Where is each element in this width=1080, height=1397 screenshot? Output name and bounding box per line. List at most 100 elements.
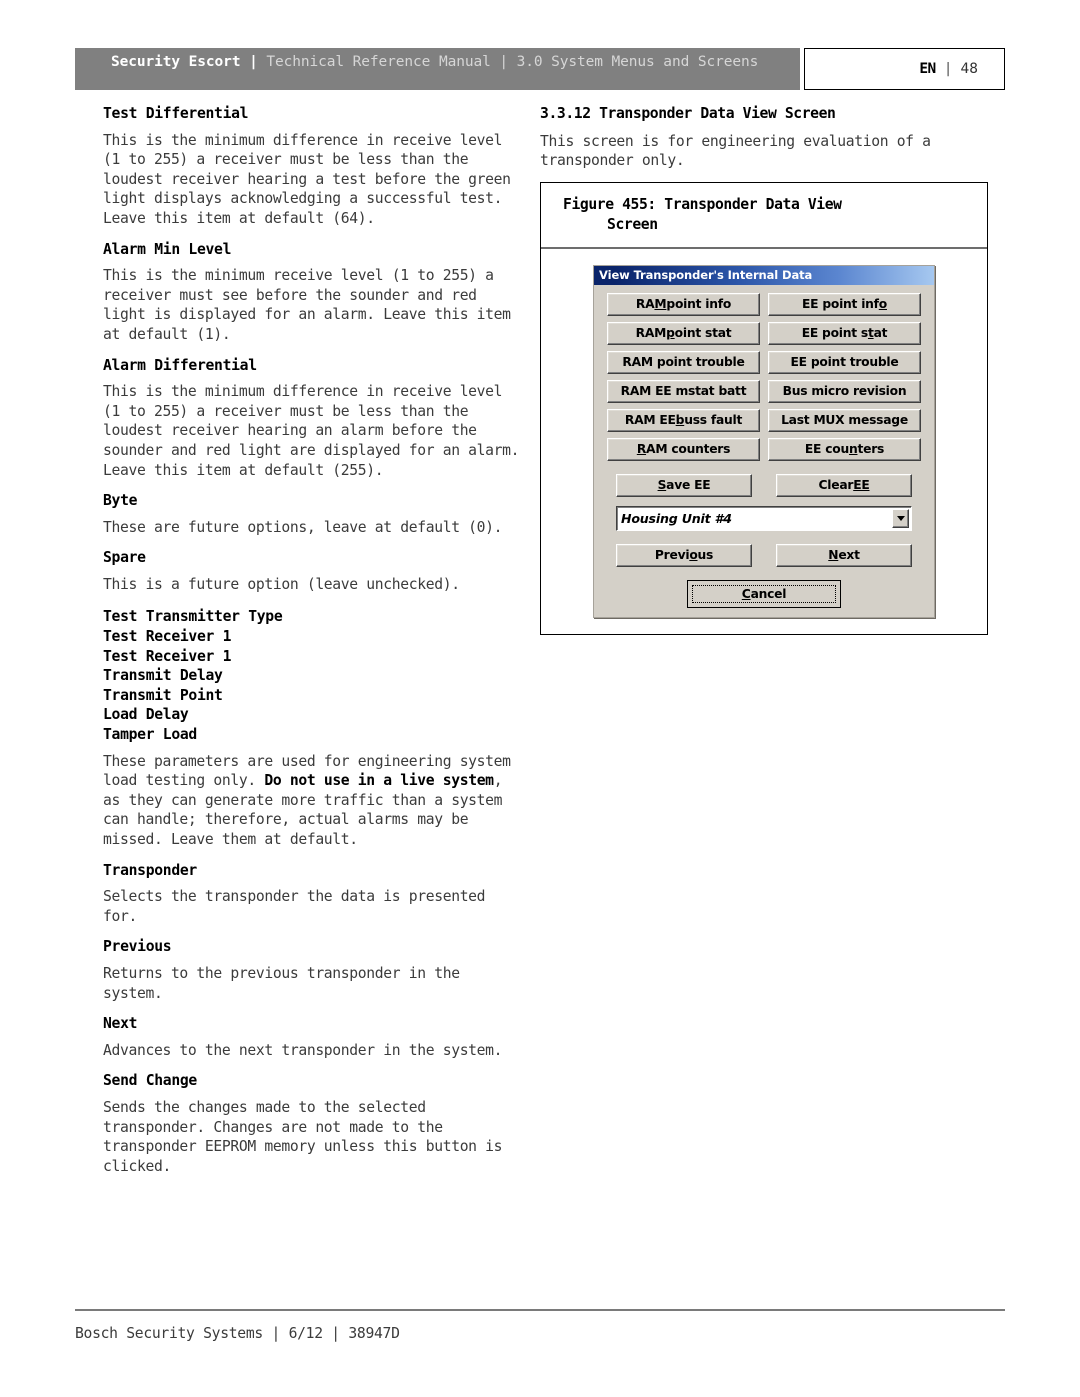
heading-alarm-differential: Alarm Differential bbox=[103, 356, 257, 374]
dialog-button-grid: RA M point info EE point inf o RAM p oint s… bbox=[594, 285, 934, 461]
paragraph-load-testing-warning: These parameters are used for engineerin… bbox=[103, 752, 521, 850]
header-subtitle: Technical Reference Manual | 3.0 System … bbox=[266, 54, 759, 70]
heading-test-receiver-1a: Test Receiver 1 bbox=[103, 628, 232, 646]
btn-label-pre: EE point s bbox=[801, 326, 869, 341]
figure-container: Figure 455: Transponder Data View Screen… bbox=[540, 181, 988, 635]
heading-next: Next bbox=[103, 1015, 138, 1033]
cancel-button[interactable]: Cancel bbox=[690, 582, 838, 605]
section-title: Transponder Data View Screen bbox=[599, 105, 836, 122]
ram-counters-button[interactable]: R AM counters bbox=[607, 437, 760, 461]
warning-text-emphasis: Do not use in a live system bbox=[264, 772, 494, 790]
btn-label-post: AM counters bbox=[646, 442, 731, 457]
ee-point-info-button[interactable]: EE point inf o bbox=[768, 292, 921, 316]
heading-spare: Spare bbox=[103, 549, 146, 567]
previous-button[interactable]: Previ o us bbox=[616, 543, 752, 567]
btn-accel: N bbox=[828, 548, 839, 563]
btn-label-post: oint stat bbox=[674, 326, 732, 341]
btn-label-pre: EE point inf bbox=[802, 297, 879, 312]
heading-transmit-delay: Transmit Delay bbox=[103, 667, 223, 685]
header-title-bar: Security Escort | Technical Reference Ma… bbox=[75, 48, 800, 90]
paragraph-test-differential: This is the minimum difference in receiv… bbox=[103, 131, 511, 227]
paragraph-alarm-min-level: This is the minimum receive level (1 to … bbox=[103, 267, 511, 343]
btn-label-pre: Clear bbox=[818, 478, 854, 493]
heading-alarm-min-level: Alarm Min Level bbox=[103, 240, 232, 258]
btn-accel: n bbox=[848, 442, 858, 457]
ram-ee-buss-fault-button[interactable]: RAM EE b uss fault bbox=[607, 408, 760, 432]
section-number: 3.3.12 bbox=[540, 105, 591, 122]
dialog-title-text: View Transponder's Internal Data bbox=[599, 268, 813, 283]
btn-label-pre: RAM EE bbox=[624, 413, 676, 428]
section-heading: 3.3.12 Transponder Data View Screen bbox=[540, 104, 988, 124]
btn-label-post: ters bbox=[857, 442, 885, 457]
btn-accel: p bbox=[666, 326, 675, 341]
save-clear-row: Save EE Clear EE bbox=[594, 461, 934, 497]
next-button[interactable]: Next bbox=[776, 543, 912, 567]
transponder-data-dialog: View Transponder's Internal Data RA M poi… bbox=[593, 264, 935, 618]
page-separator: | bbox=[943, 61, 953, 77]
footer-text: Bosch Security Systems | 6/12 | 38947D bbox=[75, 1325, 400, 1342]
btn-label-post: ave EE bbox=[666, 478, 711, 493]
ee-counters-button[interactable]: EE cou n ters bbox=[768, 437, 921, 461]
clear-ee-button[interactable]: Clear EE bbox=[776, 473, 912, 497]
save-ee-button[interactable]: Save EE bbox=[616, 473, 752, 497]
paragraph-section-intro: This screen is for engineering evaluatio… bbox=[540, 132, 931, 170]
heading-load-delay: Load Delay bbox=[103, 706, 189, 724]
cancel-row: Cancel bbox=[594, 567, 934, 608]
ram-point-stat-button[interactable]: RAM p oint stat bbox=[607, 321, 760, 345]
page-header: Security Escort | Technical Reference Ma… bbox=[75, 48, 1005, 90]
ram-point-trouble-button[interactable]: RAM point trouble bbox=[607, 350, 760, 374]
page-number-box: EN | 48 bbox=[804, 48, 1005, 90]
heading-transmit-point: Transmit Point bbox=[103, 686, 223, 704]
btn-label-pre: RAM point trouble bbox=[622, 355, 745, 370]
btn-accel: R bbox=[636, 442, 647, 457]
btn-accel: b bbox=[675, 413, 685, 428]
header-brand: Security Escort bbox=[111, 54, 241, 70]
chevron-down-icon[interactable] bbox=[892, 508, 909, 528]
btn-label-pre: RA bbox=[635, 297, 655, 312]
btn-accel: EE bbox=[853, 478, 870, 493]
paragraph-alarm-differential: This is the minimum difference in receiv… bbox=[103, 383, 520, 479]
right-column: 3.3.12 Transponder Data View Screen This… bbox=[540, 104, 988, 635]
btn-accel: M bbox=[654, 297, 667, 312]
heading-previous: Previous bbox=[103, 938, 172, 956]
heading-test-transmitter-type: Test Transmitter Type bbox=[103, 608, 283, 626]
btn-label-post: ancel bbox=[750, 586, 787, 601]
bus-micro-revision-button[interactable]: Bus micro revision bbox=[768, 379, 921, 403]
figure-caption: Figure 455: Transponder Data View Screen bbox=[541, 183, 987, 249]
dialog-titlebar[interactable]: View Transponder's Internal Data bbox=[594, 265, 934, 285]
heading-byte: Byte bbox=[103, 492, 138, 510]
btn-label-post: us bbox=[697, 548, 714, 563]
cancel-default-frame: Cancel bbox=[687, 579, 841, 608]
paragraph-spare: This is a future option (leave unchecked… bbox=[103, 575, 460, 593]
btn-label-pre: EE cou bbox=[804, 442, 849, 457]
transponder-select-wrapper: Housing Unit #4 bbox=[594, 497, 934, 531]
heading-transponder: Transponder bbox=[103, 861, 197, 879]
figure-image-area: View Transponder's Internal Data RA M poi… bbox=[541, 248, 987, 634]
paragraph-transponder: Selects the transponder the data is pres… bbox=[103, 888, 486, 925]
btn-label-post: ext bbox=[838, 548, 860, 563]
paragraph-send-change: Sends the changes made to the selected t… bbox=[103, 1098, 503, 1175]
last-mux-message-button[interactable]: Last MUX message bbox=[768, 408, 921, 432]
ee-point-stat-button[interactable]: EE point s t at bbox=[768, 321, 921, 345]
btn-label-pre: EE point trouble bbox=[790, 355, 899, 370]
page-number: 48 bbox=[960, 61, 978, 77]
btn-accel: S bbox=[657, 478, 667, 493]
btn-label-post: point info bbox=[666, 297, 732, 312]
transponder-select-value: Housing Unit #4 bbox=[621, 510, 732, 526]
btn-label-pre: RAM bbox=[635, 326, 667, 341]
heading-test-differential: Test Differential bbox=[103, 105, 249, 122]
heading-tamper-load: Tamper Load bbox=[103, 726, 197, 744]
figure-caption-line1: Figure 455: Transponder Data View bbox=[563, 195, 842, 213]
heading-send-change: Send Change bbox=[103, 1072, 197, 1090]
btn-label-pre: Bus micro revision bbox=[782, 384, 907, 399]
btn-label-pre: RAM EE mstat batt bbox=[620, 384, 747, 399]
header-divider: | bbox=[240, 54, 267, 70]
ram-ee-mstat-batt-button[interactable]: RAM EE mstat batt bbox=[607, 379, 760, 403]
ee-point-trouble-button[interactable]: EE point trouble bbox=[768, 350, 921, 374]
ram-point-info-button[interactable]: RA M point info bbox=[607, 292, 760, 316]
paragraph-next: Advances to the next transponder in the … bbox=[103, 1041, 503, 1059]
prev-next-row: Previ o us Next bbox=[594, 531, 934, 567]
btn-accel: o bbox=[878, 297, 887, 312]
footer-divider bbox=[75, 1309, 1005, 1311]
transponder-select[interactable]: Housing Unit #4 bbox=[616, 505, 912, 531]
